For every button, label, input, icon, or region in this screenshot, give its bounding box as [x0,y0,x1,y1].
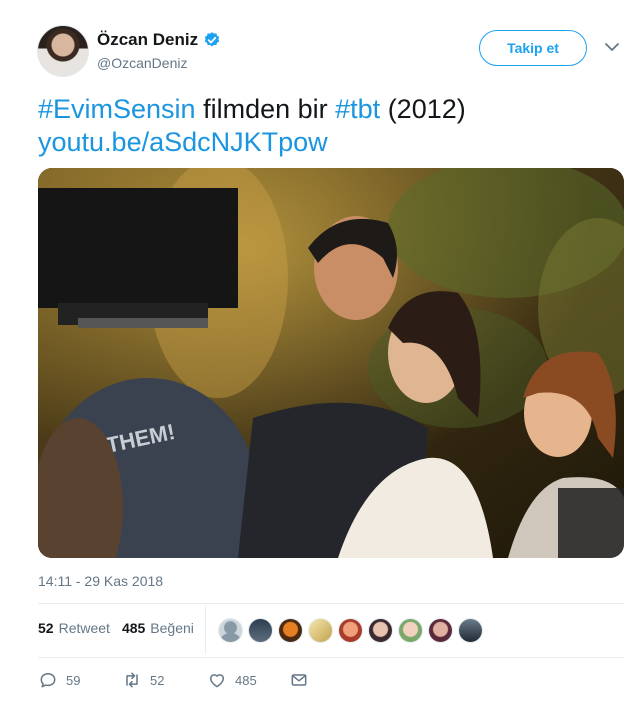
chevron-down-icon[interactable] [603,40,621,54]
likes-stat[interactable]: 485 Beğeni [122,620,194,636]
tweet-text-segment: filmden bir [195,94,336,124]
user-name-row: Özcan Deniz [97,30,221,50]
liker-avatar[interactable] [338,618,363,643]
liker-avatar[interactable] [428,618,453,643]
retweets-label: Retweet [58,620,110,636]
tweet-timestamp[interactable]: 14:11 - 29 Kas 2018 [38,573,163,589]
tweet-text-line: #EvimSensin filmden bir #tbt (2012) [38,93,618,126]
heart-icon [210,674,224,688]
engagement-stats: 52 Retweet 485 Beğeni [38,620,194,636]
reply-count: 59 [66,672,81,688]
direct-message-button[interactable] [289,670,309,690]
liker-avatar[interactable] [368,618,393,643]
tweet-card: Özcan Deniz @OzcanDeniz Takip et #EvimSe… [0,0,640,709]
mail-icon [291,674,307,686]
verified-badge-icon [204,32,220,47]
retweets-stat[interactable]: 52 Retweet [38,620,110,636]
liker-avatar-default[interactable] [218,618,243,643]
tweet-text-segment: (2012) [380,94,466,124]
hashtag-tbt[interactable]: #tbt [335,94,380,124]
retweet-button[interactable]: 52 [122,670,164,690]
avatar[interactable] [37,25,89,77]
liker-avatar[interactable] [308,618,333,643]
hashtag-evimsensin[interactable]: #EvimSensin [38,94,196,124]
divider [38,657,624,658]
retweets-count: 52 [38,620,54,636]
reply-icon [40,673,56,688]
likes-count: 485 [121,620,146,636]
liker-avatar[interactable] [278,618,303,643]
like-button[interactable]: 485 [207,670,257,690]
stats-separator [205,606,206,654]
photo-film-set: THEM! [38,168,624,558]
liker-avatar[interactable] [248,618,273,643]
reply-button[interactable]: 59 [38,670,80,690]
tweet-link[interactable]: youtu.be/aSdcNJKTpow [38,126,618,159]
divider [38,603,624,604]
user-handle[interactable]: @OzcanDeniz [97,55,187,71]
like-count: 485 [235,672,257,688]
retweet-icon [126,672,138,688]
tweet-text: #EvimSensin filmden bir #tbt (2012) yout… [38,93,618,159]
liker-avatar[interactable] [398,618,423,643]
likes-label: Beğeni [150,620,194,636]
tweet-photo[interactable]: THEM! [38,168,624,558]
liker-avatars [218,618,483,643]
retweet-count: 52 [150,672,165,688]
follow-button[interactable]: Takip et [479,30,587,66]
liker-avatar[interactable] [458,618,483,643]
display-name[interactable]: Özcan Deniz [97,30,198,50]
